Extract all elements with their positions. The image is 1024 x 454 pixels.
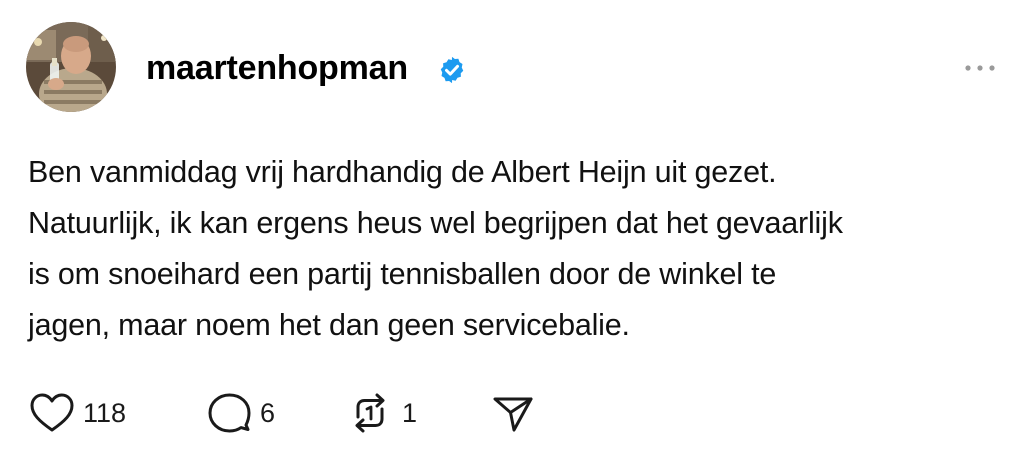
avatar-photo [26, 22, 116, 112]
verified-badge-icon [440, 56, 464, 84]
speech-bubble-icon [208, 393, 251, 433]
post-text: Ben vanmiddag vrij hardhandig de Albert … [28, 147, 1008, 351]
paper-plane-icon [493, 397, 533, 432]
reply-button[interactable]: 6 [206, 388, 275, 438]
repost-button[interactable]: 1 [346, 388, 417, 438]
post-text-line: Ben vanmiddag vrij hardhandig de Albert … [28, 155, 777, 189]
post-text-line: jagen, maar noem het dan geen servicebal… [28, 308, 630, 342]
post-text-line: Natuurlijk, ik kan ergens heus wel begri… [28, 206, 843, 240]
like-count: 118 [83, 398, 127, 428]
more-options-icon[interactable] [960, 58, 1000, 78]
repost-icon [355, 393, 385, 433]
share-button[interactable] [490, 388, 536, 438]
like-button[interactable]: 118 [29, 388, 126, 438]
repost-count: 1 [402, 398, 418, 428]
action-bar: 118 6 1 [0, 388, 1024, 438]
post-text-line: is om snoeihard een partij tennisballen … [28, 257, 777, 291]
post-card: maartenhopman Ben vanmiddag vrij hardhan… [0, 0, 1024, 454]
heart-icon [30, 393, 74, 432]
username[interactable]: maartenhopman [146, 48, 408, 88]
avatar[interactable] [26, 22, 116, 112]
reply-count: 6 [260, 398, 276, 428]
